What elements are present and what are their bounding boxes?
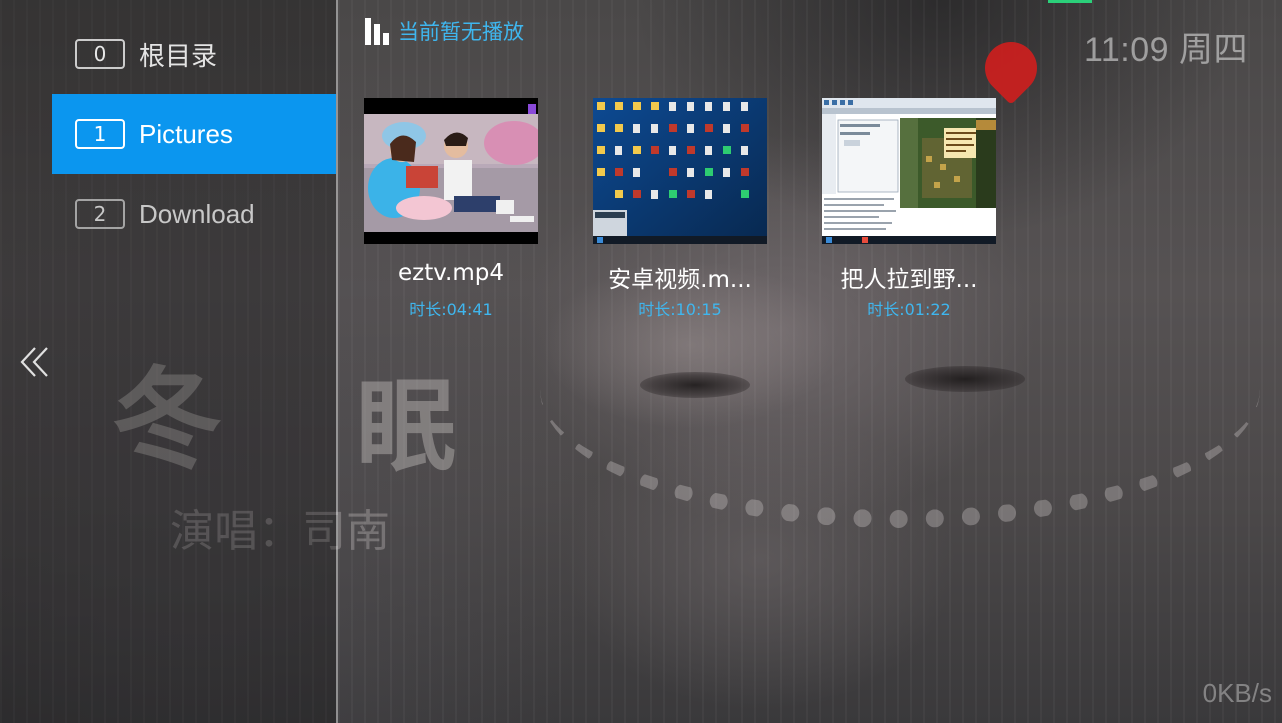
background-title-char: 眠 xyxy=(356,367,456,485)
network-speed: 0KB/s xyxy=(1202,678,1272,708)
top-accent-bar xyxy=(1048,0,1092,3)
background-eye-right xyxy=(905,366,1025,392)
folder-index-badge: 2 xyxy=(75,199,125,229)
video-thumbnail xyxy=(593,98,767,244)
folder-index-badge: 0 xyxy=(75,39,125,69)
folder-label: 根目录 xyxy=(139,40,218,71)
equalizer-bars-icon xyxy=(365,18,389,45)
folder-item-pictures[interactable]: 1 Pictures xyxy=(52,94,336,174)
video-duration: 时长:10:15 xyxy=(638,300,722,319)
video-thumbnail xyxy=(364,98,538,244)
video-title: eztv.mp4 xyxy=(397,260,504,286)
video-thumbnail xyxy=(822,98,996,244)
video-duration: 时长:04:41 xyxy=(409,300,493,319)
folder-index-badge: 1 xyxy=(75,119,125,149)
folder-item-root[interactable]: 0 根目录 xyxy=(52,14,336,94)
background-eye-left xyxy=(640,372,750,398)
video-title: 安卓视频.m... xyxy=(608,267,752,293)
folder-label: Download xyxy=(139,198,255,229)
media-player-screen: 冬 眠 演唱：司南 0 根目录 1 Pictures 2 Download 当前… xyxy=(0,0,1282,723)
video-title: 把人拉到野... xyxy=(840,267,978,293)
clock-weekday: 11:09 周四 xyxy=(1083,31,1248,69)
video-duration: 时长:01:22 xyxy=(867,300,951,319)
now-playing-indicator[interactable]: 当前暂无播放 xyxy=(364,16,524,46)
double-chevron-left-icon[interactable] xyxy=(18,344,54,380)
folder-label: Pictures xyxy=(139,118,233,149)
sidebar-divider xyxy=(336,0,338,723)
folder-item-download[interactable]: 2 Download xyxy=(52,174,336,254)
now-playing-label: 当前暂无播放 xyxy=(398,20,524,44)
